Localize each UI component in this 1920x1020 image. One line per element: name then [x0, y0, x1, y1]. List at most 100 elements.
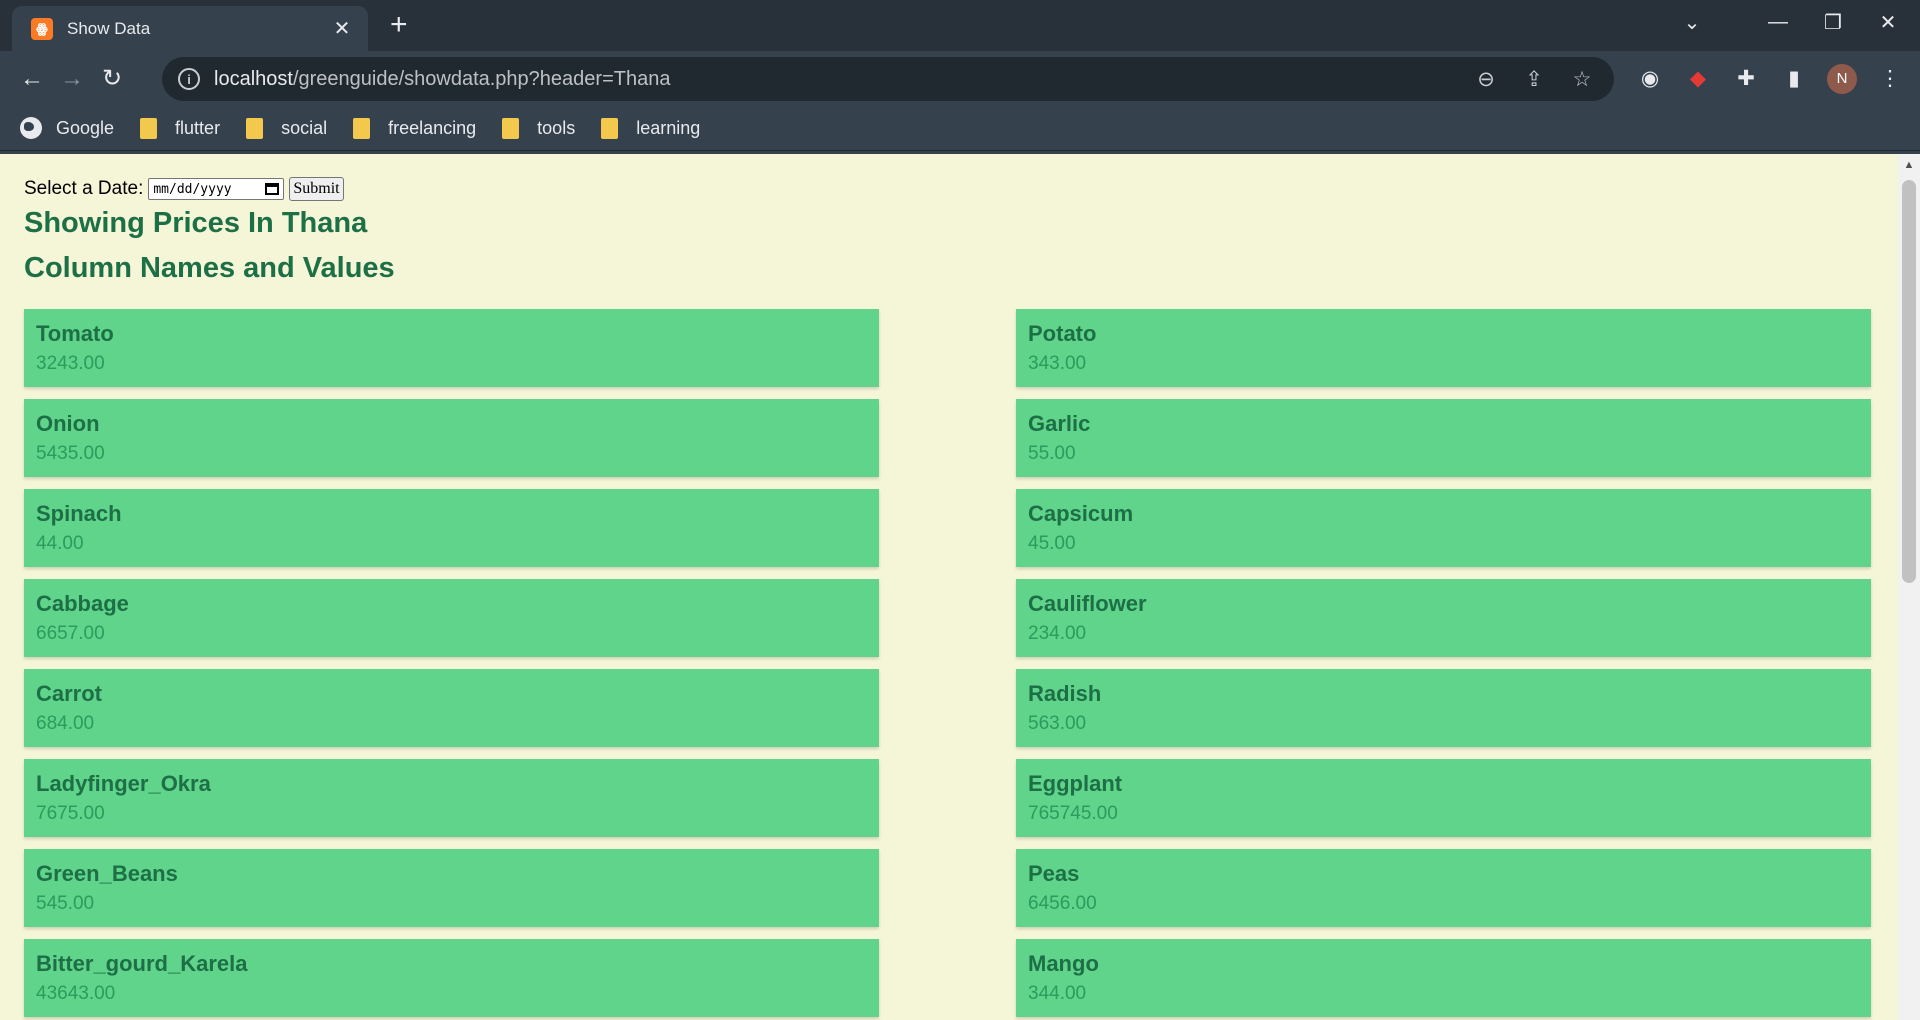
xampp-icon: ꙮ: [31, 17, 53, 40]
zoom-icon[interactable]: ⊖: [1462, 67, 1510, 92]
page-viewport: Select a Date: mm/dd/yyyy Submit Showing…: [0, 154, 1920, 1020]
bookmark-label: freelancing: [388, 117, 477, 138]
item-value: 3243.00: [36, 353, 105, 374]
item-name: Ladyfinger_Okra: [36, 771, 211, 796]
browser-tab[interactable]: ꙮ Show Data ✕: [12, 6, 368, 51]
price-card: Tomato 3243.00: [24, 309, 879, 387]
item-value: 7675.00: [36, 803, 105, 824]
bookmark-label: flutter: [175, 117, 221, 138]
price-card: Cabbage 6657.00: [24, 579, 879, 657]
folder-icon: [502, 117, 520, 139]
site-info-icon[interactable]: i: [178, 68, 200, 90]
price-card: Spinach 44.00: [24, 489, 879, 567]
tab-strip: ꙮ Show Data ✕ + ⌄ — ❐ ✕: [0, 0, 1920, 51]
menu-icon[interactable]: ⋮: [1866, 57, 1914, 101]
bookmark-label: Google: [56, 117, 115, 138]
url-text[interactable]: localhost/greenguide/showdata.php?header…: [214, 68, 1462, 91]
globe-icon: [20, 117, 42, 139]
extension-icon[interactable]: ◉: [1626, 57, 1674, 101]
back-icon[interactable]: ←: [12, 59, 52, 99]
item-name: Mango: [1028, 951, 1099, 976]
item-value: 6657.00: [36, 623, 105, 644]
bookmark-label: tools: [537, 117, 576, 138]
reload-icon[interactable]: ↻: [92, 59, 132, 99]
item-value: 684.00: [36, 713, 95, 734]
price-card: Mango 344.00: [1016, 939, 1871, 1017]
share-icon[interactable]: ⇪: [1510, 67, 1558, 92]
item-value: 765745.00: [1028, 803, 1118, 824]
address-bar[interactable]: i localhost/greenguide/showdata.php?head…: [162, 57, 1614, 101]
item-value: 5435.00: [36, 443, 105, 464]
item-value: 563.00: [1028, 713, 1087, 734]
item-name: Carrot: [36, 681, 103, 706]
price-card: Radish 563.00: [1016, 669, 1871, 747]
folder-icon: [353, 117, 371, 139]
folder-icon: [140, 117, 158, 139]
price-card: Capsicum 45.00: [1016, 489, 1871, 567]
bookmark-tools[interactable]: tools: [502, 117, 576, 139]
price-card: Potato 343.00: [1016, 309, 1871, 387]
puzzle-icon[interactable]: ✚: [1722, 57, 1770, 101]
price-grid: Tomato 3243.00 Potato 343.00 Onion 5435.00 …: [24, 309, 1896, 1017]
item-name: Spinach: [36, 501, 122, 526]
item-value: 43643.00: [36, 983, 116, 1004]
vertical-scrollbar[interactable]: ▲: [1898, 154, 1920, 1020]
url-path: /greenguide/showdata.php?header=Thana: [292, 67, 671, 90]
item-value: 55.00: [1028, 443, 1076, 464]
bookmark-social[interactable]: social: [246, 117, 328, 139]
price-card: Garlic 55.00: [1016, 399, 1871, 477]
item-value: 343.00: [1028, 353, 1087, 374]
folder-icon: [601, 117, 619, 139]
profile-button[interactable]: N: [1818, 57, 1866, 101]
url-host: localhost: [214, 67, 293, 90]
price-card: Cauliflower 234.00: [1016, 579, 1871, 657]
item-name: Tomato: [36, 321, 114, 346]
browser-toolbar: ← → ↻ i localhost/greenguide/showdata.ph…: [0, 51, 1920, 106]
date-form: Select a Date: mm/dd/yyyy Submit: [24, 177, 1896, 201]
bookmark-label: social: [281, 117, 328, 138]
bookmark-label: learning: [636, 117, 701, 138]
close-tab-icon[interactable]: ✕: [330, 16, 354, 41]
item-name: Eggplant: [1028, 771, 1123, 796]
extension-devil-icon[interactable]: ◆: [1674, 57, 1722, 101]
item-name: Bitter_gourd_Karela: [36, 951, 248, 976]
calendar-icon[interactable]: [265, 183, 280, 195]
item-value: 45.00: [1028, 533, 1076, 554]
tab-title: Show Data: [67, 18, 151, 38]
scroll-up-arrow-icon[interactable]: ▲: [1898, 154, 1920, 176]
price-card: Eggplant 765745.00: [1016, 759, 1871, 837]
submit-button[interactable]: Submit: [289, 177, 344, 201]
bookmark-google[interactable]: Google: [20, 117, 114, 139]
item-value: 44.00: [36, 533, 84, 554]
date-input[interactable]: mm/dd/yyyy: [148, 178, 285, 200]
price-card: Carrot 684.00: [24, 669, 879, 747]
bookmark-learning[interactable]: learning: [601, 117, 701, 139]
item-name: Potato: [1028, 321, 1097, 346]
side-panel-icon[interactable]: ▮: [1770, 57, 1818, 101]
item-name: Green_Beans: [36, 861, 178, 886]
item-value: 545.00: [36, 893, 95, 914]
bookmark-flutter[interactable]: flutter: [140, 117, 221, 139]
bookmarks-bar: Google flutter social freelancing tools …: [0, 106, 1920, 151]
item-name: Garlic: [1028, 411, 1091, 436]
item-name: Cauliflower: [1028, 591, 1147, 616]
item-value: 234.00: [1028, 623, 1087, 644]
section-title: Column Names and Values: [24, 252, 395, 284]
close-window-icon[interactable]: ✕: [1856, 0, 1920, 44]
item-name: Radish: [1028, 681, 1102, 706]
item-name: Peas: [1028, 861, 1080, 886]
new-tab-icon[interactable]: +: [390, 10, 408, 40]
page-content: Select a Date: mm/dd/yyyy Submit Showing…: [0, 154, 1920, 1017]
price-card: Bitter_gourd_Karela 43643.00: [24, 939, 879, 1017]
scrollbar-thumb[interactable]: [1902, 180, 1916, 583]
price-card: Green_Beans 545.00: [24, 849, 879, 927]
item-name: Cabbage: [36, 591, 129, 616]
forward-icon[interactable]: →: [52, 59, 92, 99]
price-card: Ladyfinger_Okra 7675.00: [24, 759, 879, 837]
bookmark-star-icon[interactable]: ☆: [1558, 67, 1606, 92]
tab-search-icon[interactable]: ⌄: [1660, 0, 1724, 44]
price-card: Peas 6456.00: [1016, 849, 1871, 927]
extensions-area: ◉ ◆ ✚ ▮ N ⋮: [1626, 51, 1920, 106]
bookmark-freelancing[interactable]: freelancing: [353, 117, 477, 139]
folder-icon: [246, 117, 264, 139]
